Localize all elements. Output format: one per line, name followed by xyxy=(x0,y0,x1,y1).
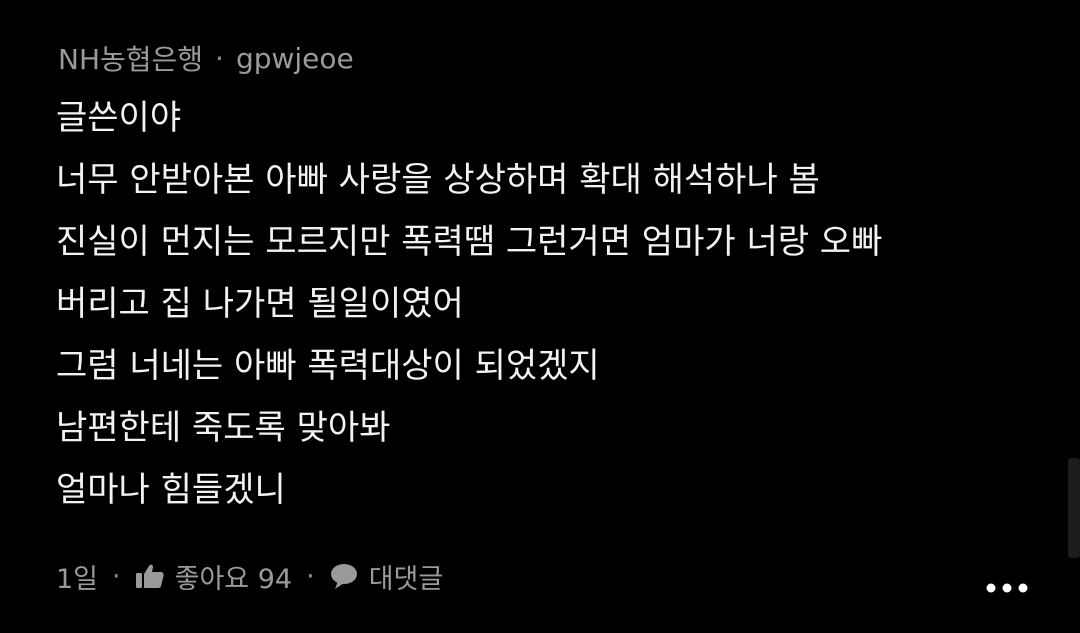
comment-footer: 1일 · 좋아요 94 · 대댓글 xyxy=(56,556,443,596)
comment-line: 남편한테 죽도록 맞아봐 xyxy=(56,408,391,448)
footer-separator: · xyxy=(112,560,121,592)
comment-line: 너무 안받아본 아빠 사랑을 상상하며 확대 해석하나 봄 xyxy=(56,160,820,200)
more-dots-icon xyxy=(986,583,1028,593)
reply-label: 대댓글 xyxy=(368,563,444,595)
thumbs-up-icon xyxy=(135,562,165,590)
author-handle[interactable]: gpwjeoe xyxy=(236,42,354,75)
speech-bubble-icon xyxy=(329,562,359,590)
meta-separator: · xyxy=(215,41,224,75)
comment-line: 진실이 먼지는 모르지만 폭력땜 그런거면 엄마가 너랑 오빠 xyxy=(56,222,883,262)
reply-button[interactable]: 대댓글 xyxy=(329,557,444,596)
comment-line: 버리고 집 나가면 될일이였어 xyxy=(56,284,464,324)
comment-meta: NH농협은행 · gpwjeoe xyxy=(58,38,354,78)
more-options-button[interactable] xyxy=(982,574,1032,602)
footer-separator: · xyxy=(306,560,315,592)
like-button[interactable]: 좋아요 94 xyxy=(135,557,292,596)
comment-time: 1일 xyxy=(56,563,99,595)
comment-line: 글쓴이야 xyxy=(56,98,182,138)
comment-body: 글쓴이야 너무 안받아본 아빠 사랑을 상상하며 확대 해석하나 봄 진실이 먼… xyxy=(56,98,1046,532)
comment-line: 그럼 너네는 아빠 폭력대상이 되었겠지 xyxy=(56,346,600,386)
comment-line: 얼마나 힘들겠니 xyxy=(56,470,286,510)
comment-card: NH농협은행 · gpwjeoe 글쓴이야 너무 안받아본 아빠 사랑을 상상하… xyxy=(0,0,1080,633)
author-name[interactable]: NH농협은행 xyxy=(58,38,203,78)
scrollbar[interactable] xyxy=(1068,458,1080,558)
like-count-label: 좋아요 94 xyxy=(174,563,293,595)
